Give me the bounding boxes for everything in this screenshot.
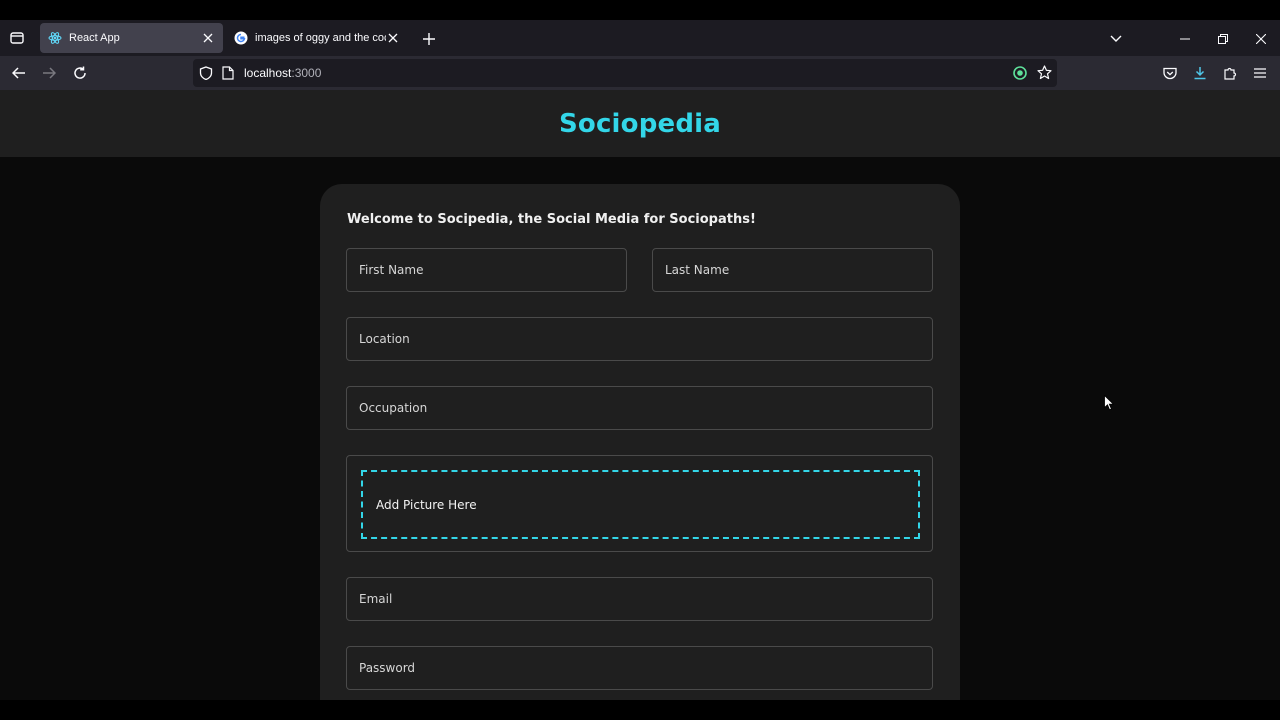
welcome-heading: Welcome to Socipedia, the Social Media f…: [347, 212, 756, 227]
occupation-field[interactable]: Occupation: [346, 386, 933, 430]
bookmark-star-icon[interactable]: [1037, 65, 1052, 80]
shield-icon[interactable]: [199, 66, 213, 80]
password-label: Password: [359, 661, 416, 675]
url-port: :3000: [291, 66, 322, 80]
tab-title: images of oggy and the cockroaches: [255, 32, 386, 44]
mouse-cursor-icon: [1104, 395, 1114, 411]
app-header: Sociopedia: [0, 90, 1280, 157]
pocket-button[interactable]: [1160, 63, 1180, 83]
minimize-button[interactable]: [1175, 29, 1195, 49]
firefox-view-button[interactable]: [1, 22, 33, 54]
last-name-label: Last Name: [665, 263, 730, 277]
plus-icon: [423, 33, 435, 45]
brand-logo-text[interactable]: Sociopedia: [559, 109, 721, 139]
tab-react-app[interactable]: React App: [40, 23, 223, 53]
restore-button[interactable]: [1213, 29, 1233, 49]
picture-upload-box: Add Picture Here: [346, 455, 933, 552]
new-tab-button[interactable]: [419, 29, 439, 49]
hamburger-menu-icon: [1254, 68, 1266, 78]
reload-icon: [74, 66, 86, 79]
register-form-card: Welcome to Socipedia, the Social Media f…: [320, 184, 960, 700]
close-icon: [1256, 34, 1266, 44]
app-menu-button[interactable]: [1250, 63, 1270, 83]
close-tab-icon[interactable]: [386, 31, 400, 45]
url-bar[interactable]: localhost:3000: [193, 59, 1057, 87]
close-tab-icon[interactable]: [201, 31, 215, 45]
url-host: localhost: [244, 66, 292, 80]
arrow-right-icon: [43, 67, 56, 79]
last-name-field[interactable]: Last Name: [652, 248, 933, 292]
extension-status-icon[interactable]: [1013, 66, 1027, 80]
download-icon: [1194, 67, 1206, 80]
close-window-button[interactable]: [1251, 29, 1271, 49]
list-all-tabs-button[interactable]: [1106, 29, 1126, 49]
arrow-left-icon: [12, 67, 25, 79]
page-icon[interactable]: [222, 66, 234, 80]
puzzle-icon: [1224, 67, 1237, 80]
location-label: Location: [359, 332, 410, 346]
email-field[interactable]: Email: [346, 577, 933, 621]
forward-button[interactable]: [39, 63, 59, 83]
chevron-down-icon: [1110, 35, 1122, 42]
screen-bottom-bar: [0, 700, 1280, 720]
tab-title: React App: [69, 32, 120, 44]
minimize-icon: [1180, 38, 1190, 40]
screen-top-bar: [0, 0, 1280, 20]
browser-tab-strip: React App images of oggy and the cockroa…: [0, 20, 1280, 56]
tab-google-images[interactable]: images of oggy and the cockroaches: [226, 23, 408, 53]
back-button[interactable]: [9, 63, 29, 83]
restore-icon: [1218, 34, 1228, 44]
first-name-field[interactable]: First Name: [346, 248, 627, 292]
picture-dropzone[interactable]: Add Picture Here: [361, 470, 920, 539]
firefox-view-icon: [10, 32, 24, 44]
password-field[interactable]: Password: [346, 646, 933, 690]
page-viewport: Sociopedia Welcome to Socipedia, the Soc…: [0, 90, 1280, 700]
pocket-icon: [1163, 67, 1177, 79]
email-label: Email: [359, 592, 393, 606]
location-field[interactable]: Location: [346, 317, 933, 361]
url-text[interactable]: localhost:3000: [244, 66, 321, 80]
reload-button[interactable]: [70, 63, 90, 83]
picture-dropzone-label: Add Picture Here: [376, 497, 477, 512]
react-icon: [48, 32, 62, 44]
downloads-button[interactable]: [1190, 63, 1210, 83]
google-icon: [234, 31, 248, 45]
occupation-label: Occupation: [359, 401, 428, 415]
browser-nav-bar: localhost:3000: [0, 56, 1280, 90]
first-name-label: First Name: [359, 263, 424, 277]
extensions-button[interactable]: [1220, 63, 1240, 83]
